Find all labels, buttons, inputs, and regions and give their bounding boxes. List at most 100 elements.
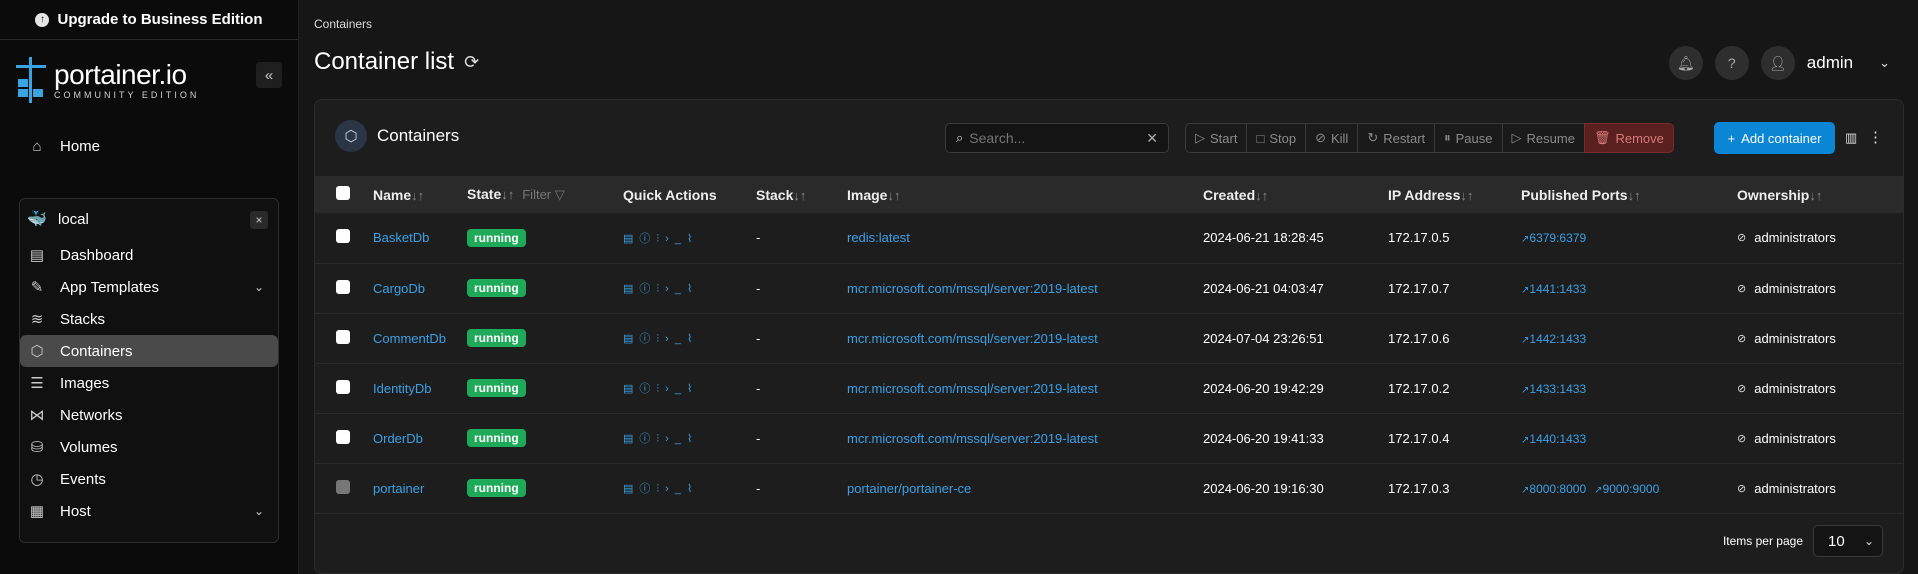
items-per-page-select[interactable]: 10 ⌄ [1813, 525, 1883, 557]
container-name-link[interactable]: IdentityDb [373, 381, 432, 396]
sidebar-item-networks[interactable]: ⋈ Networks [20, 399, 278, 431]
published-port-link[interactable]: ↗1442:1433 [1521, 332, 1586, 346]
inspect-icon[interactable]: ⓘ [639, 233, 656, 245]
published-port-link[interactable]: ↗6379:6379 [1521, 231, 1586, 245]
sidebar-item-stacks[interactable]: ≋ Stacks [20, 303, 278, 335]
logs-icon[interactable]: ▤ [623, 433, 639, 445]
created-cell: 2024-06-20 19:41:33 [1203, 430, 1324, 446]
kill-button[interactable]: ⊘ Kill [1305, 123, 1358, 153]
inspect-icon[interactable]: ⓘ [639, 333, 656, 345]
remove-button[interactable]: 🗑 Remove [1583, 123, 1674, 153]
column-ports[interactable]: Published Ports↓↑ [1521, 176, 1737, 213]
upgrade-banner[interactable]: ↑ Upgrade to Business Edition [0, 0, 298, 40]
image-link[interactable]: mcr.microsoft.com/mssql/server:2019-late… [847, 431, 1098, 446]
restart-button[interactable]: ↻ Restart [1357, 123, 1435, 153]
console-icon[interactable]: ›_ [665, 233, 687, 245]
console-icon[interactable]: ›_ [665, 333, 687, 345]
inspect-icon[interactable]: ⓘ [639, 283, 656, 295]
columns-icon[interactable]: ▥ [1845, 130, 1857, 146]
sidebar-item-events[interactable]: ◷ Events [20, 463, 278, 495]
console-icon[interactable]: ›_ [665, 283, 687, 295]
search-input[interactable] [969, 130, 1141, 146]
attach-icon[interactable]: ⌇ [687, 333, 698, 345]
published-port-link[interactable]: ↗8000:8000 [1521, 482, 1586, 496]
start-button[interactable]: ▷ Start [1185, 123, 1247, 153]
column-created[interactable]: Created↓↑ [1203, 176, 1388, 213]
row-checkbox[interactable] [336, 279, 350, 294]
refresh-icon[interactable]: ⟳ [464, 52, 479, 73]
row-checkbox[interactable] [336, 429, 350, 444]
stats-icon[interactable]: ⫶ [656, 483, 665, 495]
logo[interactable]: portainer.io COMMUNITY EDITION « [0, 40, 298, 120]
column-name[interactable]: Name↓↑ [373, 176, 467, 213]
sidebar-item-app-templates[interactable]: ✎ App Templates ⌄ [20, 271, 278, 303]
console-icon[interactable]: ›_ [665, 433, 687, 445]
logs-icon[interactable]: ▤ [623, 283, 639, 295]
row-checkbox[interactable] [336, 329, 350, 344]
published-port-link[interactable]: ↗1433:1433 [1521, 382, 1586, 396]
logs-icon[interactable]: ▤ [623, 383, 639, 395]
logs-icon[interactable]: ▤ [623, 333, 639, 345]
logs-icon[interactable]: ▤ [623, 483, 639, 495]
resume-button[interactable]: ▷ Resume [1501, 123, 1584, 153]
add-container-button[interactable]: + Add container [1714, 122, 1835, 154]
inspect-icon[interactable]: ⓘ [639, 483, 656, 495]
state-filter-button[interactable]: Filter ▽ [522, 187, 565, 202]
container-name-link[interactable]: BasketDb [373, 230, 429, 245]
image-link[interactable]: portainer/portainer-ce [847, 481, 971, 496]
attach-icon[interactable]: ⌇ [687, 483, 698, 495]
stats-icon[interactable]: ⫶ [656, 433, 665, 445]
console-icon[interactable]: ›_ [665, 383, 687, 395]
select-all-checkbox[interactable] [336, 186, 350, 200]
user-avatar-icon[interactable]: 👤︎ [1760, 46, 1795, 80]
column-ip[interactable]: IP Address↓↑ [1388, 176, 1521, 213]
image-link[interactable]: mcr.microsoft.com/mssql/server:2019-late… [847, 331, 1098, 346]
column-state[interactable]: State↓↑ Filter ▽ [467, 176, 623, 213]
column-stack[interactable]: Stack↓↑ [756, 176, 847, 213]
column-image[interactable]: Image↓↑ [847, 176, 1203, 213]
sidebar-item-dashboard[interactable]: ▤ Dashboard [20, 239, 278, 271]
container-name-link[interactable]: portainer [373, 481, 424, 496]
published-port-link[interactable]: ↗9000:9000 [1594, 482, 1659, 496]
row-checkbox[interactable] [336, 379, 350, 394]
sidebar-item-containers[interactable]: ⬡ Containers [20, 335, 278, 367]
sidebar-item-volumes[interactable]: ⛁ Volumes [20, 431, 278, 463]
stats-icon[interactable]: ⫶ [656, 333, 665, 345]
sidebar-item-images[interactable]: ☰ Images [20, 367, 278, 399]
image-link[interactable]: mcr.microsoft.com/mssql/server:2019-late… [847, 281, 1098, 296]
collapse-sidebar-button[interactable]: « [256, 62, 282, 88]
container-name-link[interactable]: CargoDb [373, 281, 425, 296]
help-icon[interactable]: ? [1714, 46, 1749, 80]
stats-icon[interactable]: ⫶ [656, 383, 665, 395]
chevron-down-icon[interactable]: ⌄ [1879, 55, 1890, 71]
column-ownership[interactable]: Ownership↓↑ [1737, 176, 1903, 213]
console-icon[interactable]: ›_ [665, 483, 687, 495]
image-link[interactable]: mcr.microsoft.com/mssql/server:2019-late… [847, 381, 1098, 396]
published-port-link[interactable]: ↗1441:1433 [1521, 282, 1586, 296]
clear-search-icon[interactable]: ✕ [1146, 130, 1158, 147]
attach-icon[interactable]: ⌇ [687, 283, 698, 295]
sidebar-item-home[interactable]: ⌂ Home [0, 130, 298, 162]
sidebar-item-host[interactable]: ▦ Host ⌄ [20, 495, 278, 527]
container-name-link[interactable]: OrderDb [373, 431, 423, 446]
inspect-icon[interactable]: ⓘ [639, 383, 656, 395]
stop-button[interactable]: □ Stop [1246, 123, 1306, 153]
user-name[interactable]: admin [1807, 53, 1853, 73]
image-link[interactable]: redis:latest [847, 230, 910, 245]
container-name-link[interactable]: CommentDb [373, 331, 446, 346]
inspect-icon[interactable]: ⓘ [639, 433, 656, 445]
more-options-icon[interactable]: ⋮ [1868, 128, 1883, 146]
row-checkbox[interactable] [336, 229, 350, 244]
notifications-bell-icon[interactable]: 🔔︎ [1668, 46, 1703, 80]
close-environment-button[interactable]: × [250, 211, 268, 229]
select-cell [315, 313, 373, 363]
attach-icon[interactable]: ⌇ [687, 433, 698, 445]
table-row: BasketDb running ▤ⓘ⫶›_⌇ - redis:latest 2024-0… [315, 213, 1903, 263]
stats-icon[interactable]: ⫶ [656, 283, 665, 295]
attach-icon[interactable]: ⌇ [687, 383, 698, 395]
attach-icon[interactable]: ⌇ [687, 233, 698, 245]
published-port-link[interactable]: ↗1440:1433 [1521, 432, 1586, 446]
logs-icon[interactable]: ▤ [623, 233, 639, 245]
pause-button[interactable]: ⏸ Pause [1434, 123, 1502, 153]
stats-icon[interactable]: ⫶ [656, 233, 665, 245]
